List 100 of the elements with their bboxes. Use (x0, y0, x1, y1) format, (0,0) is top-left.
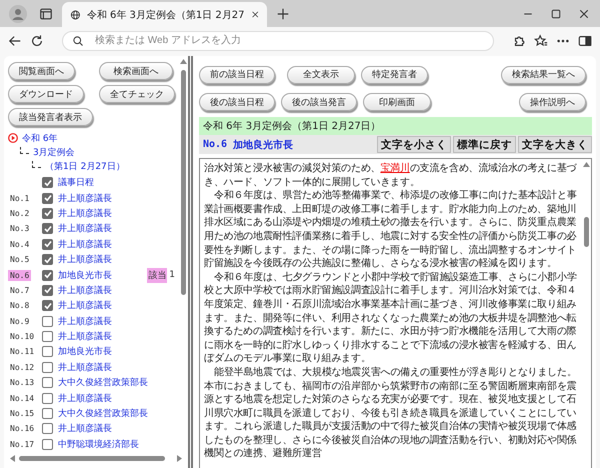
toolbar-button[interactable]: 操作説明へ (519, 93, 586, 111)
item-number: No.2 (9, 208, 30, 219)
scroll-up-icon[interactable] (180, 59, 187, 64)
speaker-link[interactable]: 井上順彦議長 (58, 253, 179, 266)
item-number: No.12 (9, 362, 36, 373)
profile-icon[interactable] (9, 4, 27, 22)
item-number: No.8 (9, 300, 30, 312)
checkbox[interactable] (42, 362, 53, 373)
favorites-star-icon[interactable] (534, 34, 548, 48)
puzzle-icon[interactable] (512, 34, 526, 48)
speaker-link[interactable]: 井上順彦議長 (58, 422, 179, 436)
speaker-link[interactable]: 井上順彦議長 (58, 192, 179, 205)
speaker-link[interactable]: 井上順彦議長 (58, 314, 179, 328)
speaker-link[interactable]: 大中久俊経営政策部長 (58, 407, 179, 420)
sidebar-button[interactable]: 該当発言者表示 (8, 108, 93, 126)
speaker-link[interactable]: 井上順彦議長 (58, 392, 179, 405)
maximize-icon[interactable] (550, 8, 562, 20)
font-size-button[interactable]: 標準に戻す (453, 136, 516, 153)
tree-item[interactable]: 令和 6年 (22, 132, 58, 144)
speaker-link[interactable]: 井上順彦議長 (58, 284, 179, 297)
checkbox[interactable] (42, 208, 53, 219)
sidebar-button[interactable]: 閲覧画面へ (8, 62, 75, 80)
close-icon[interactable] (250, 9, 259, 20)
speaker-link[interactable]: 議事日程 (58, 176, 179, 190)
checkbox[interactable] (42, 331, 53, 342)
toolbar-button[interactable]: 全文表示 (287, 66, 355, 84)
toolbar-button[interactable]: 後の該当日程 (199, 93, 275, 111)
speaker-link[interactable]: 井上順彦議長 (58, 206, 179, 220)
speaker-name: 加地良光市長 (233, 138, 294, 152)
toolbar-button[interactable]: 検索結果一覧へ (501, 66, 586, 84)
speaker-link[interactable]: 大中久俊経営政策部長 (58, 376, 179, 390)
refresh-icon[interactable] (30, 34, 44, 48)
scrollbar-thumb[interactable] (584, 217, 589, 247)
item-number: No.4 (9, 238, 30, 250)
speech-paragraph: 令和６年度は、県営ため池等整備事業で、柿添堤の改修工事に向けた基本設計と事業計画概要書作成、上田町堤の改修工事に着手します。貯水能力向上のため、築地川排水区域にある山添堤や内畑堤の堆積土砂の撤去を行います。さらに、防災重点農業用ため池の地震耐性評価業務に着手し、地震に対する安全性の評価から防災工事の必要性を判断します。また、その場に降った雨を一時貯留し、流出調整するオンサイト貯留施設を今後既存の公共施設に整備し、さらなる浸水被害の軽減を図ります。 (204, 189, 578, 271)
speaker-link[interactable]: 中野聡環境経済部長 (58, 438, 179, 451)
font-size-button[interactable]: 文字を大きく (518, 136, 592, 153)
hit-count: 1 (169, 270, 175, 280)
item-number: No.6 (8, 270, 32, 281)
new-tab-icon[interactable] (276, 6, 290, 20)
toolbar-button[interactable]: 印刷画面 (363, 93, 431, 111)
checkbox[interactable] (42, 284, 53, 296)
address-field[interactable]: 検索または Web アドレスを入力 (62, 30, 494, 50)
checkbox[interactable] (42, 192, 53, 204)
speech-paragraph: 治水対策と浸水被害の減災対策のため、宝満川の支流を含め、流域治水の考えに基づき、ハード、ソフト一体的に展開していきます。 (204, 162, 578, 190)
checkbox[interactable] (42, 254, 53, 266)
close-icon[interactable] (578, 8, 590, 20)
item-number: No.5 (9, 254, 30, 266)
checkbox[interactable] (42, 223, 53, 234)
back-arrow-icon[interactable] (8, 34, 22, 48)
speaker-link[interactable]: 加地良光市長 (58, 268, 148, 282)
sidebar-button[interactable]: ダウンロード (8, 85, 84, 103)
checkbox[interactable] (42, 423, 53, 434)
font-size-button[interactable]: 文字を小さく (377, 136, 451, 153)
scroll-right-icon[interactable] (177, 454, 182, 462)
speaker-link[interactable]: 井上順彦議長 (58, 238, 179, 251)
item-number: No.13 (9, 377, 36, 388)
item-number: No.14 (9, 392, 36, 404)
checkbox[interactable] (42, 316, 53, 327)
checkbox[interactable] (42, 177, 53, 188)
speaker-link[interactable]: 加地良光市長 (58, 345, 179, 358)
sidebar-button[interactable]: 全てチェック (99, 85, 175, 103)
speaker-link[interactable]: 井上順彦議長 (58, 330, 179, 344)
checkbox[interactable] (42, 408, 53, 420)
checkbox[interactable] (42, 270, 53, 281)
scroll-up-icon[interactable] (583, 162, 590, 167)
sidebar-button[interactable]: 検索画面へ (99, 62, 173, 80)
item-number: No.7 (9, 284, 30, 296)
speaker-link[interactable]: 井上順彦議長 (58, 360, 179, 374)
checkbox[interactable] (42, 300, 53, 312)
browser-tab[interactable]: 令和 6年 3月定例会（第1日 2月27 (62, 2, 267, 27)
scrollbar-thumb[interactable] (181, 70, 186, 295)
globe-icon[interactable] (70, 8, 81, 22)
tab-actions-icon[interactable] (39, 6, 53, 20)
toolbar-button[interactable]: 前の該当日程 (199, 66, 275, 84)
checkbox[interactable] (42, 377, 53, 388)
tab-title: 令和 6年 3月定例会（第1日 2月27 (86, 8, 245, 22)
speech-paragraph: 令和６年度は、七夕グラウンドと小郡中学校で貯留施設築造工事、さらに小郡小学校と大原中学校では雨水貯留施設調査設計に着手します。河川治水対策では、令和４年度策定、鐘巻川・石原川流域治水事業基本計画に基づき、河川改修事業に取り組みます。また、開発等に伴い、利用されなくなった農業ため池の大板井堤を調整池へ転換するための調査検討を行います。新たに、水田が持つ貯水機能を活用して大雨の際に雨水を一時的に貯水しゆっくり排水することで下流域の浸水被害を軽減する、田んぼダムのモデル事業に取り組みます。 (204, 270, 578, 366)
item-number: No.11 (9, 346, 36, 358)
item-number: No.9 (9, 316, 30, 327)
toolbar-button[interactable]: 後の該当発言 (281, 93, 357, 111)
tree-item[interactable]: 3月定例会 (33, 146, 75, 158)
speech-paragraph: 能登半島地震では、大規模な地震災害への備えの重要性が浮き彫りとなりました。本市におきましても、福岡市の沿岸部から筑紫野市の南部に至る警固断層東南部を震源とする地震を想定した対策のさらなる充実が必要です。現在、被災地支援として石川県穴水町に職員を派遣しており、今後も引き続き職員を派遣していくことにしています。これら派遣した職員が支援活動の中で得た被災自治体の実情や被災現場で体感したものを整理し、さらに今後被災自治体の現地の調査活動を行い、初動対応や関係機関との連携、避難所運営 (204, 366, 578, 462)
item-number: No.17 (9, 438, 36, 450)
toolbar-button[interactable]: 特定発言者 (361, 66, 428, 84)
item-number: No.15 (9, 408, 36, 420)
highlighted-term: 宝満川 (380, 163, 410, 174)
item-number: No.1 (9, 192, 30, 204)
speaker-link[interactable]: 井上順彦議長 (58, 299, 179, 312)
checkbox[interactable] (42, 346, 53, 358)
tree-item[interactable]: （第1日 2月27日） (45, 160, 125, 172)
search-icon[interactable] (72, 34, 84, 46)
checkbox[interactable] (42, 438, 53, 450)
item-number: No.10 (9, 331, 36, 342)
scroll-left-icon[interactable] (10, 454, 15, 462)
speaker-link[interactable]: 井上順彦議長 (58, 222, 179, 236)
checkbox[interactable] (42, 392, 53, 404)
checkbox[interactable] (42, 238, 53, 250)
sidebar-icon[interactable] (578, 34, 592, 48)
speaker-number: No.6 (203, 139, 228, 150)
